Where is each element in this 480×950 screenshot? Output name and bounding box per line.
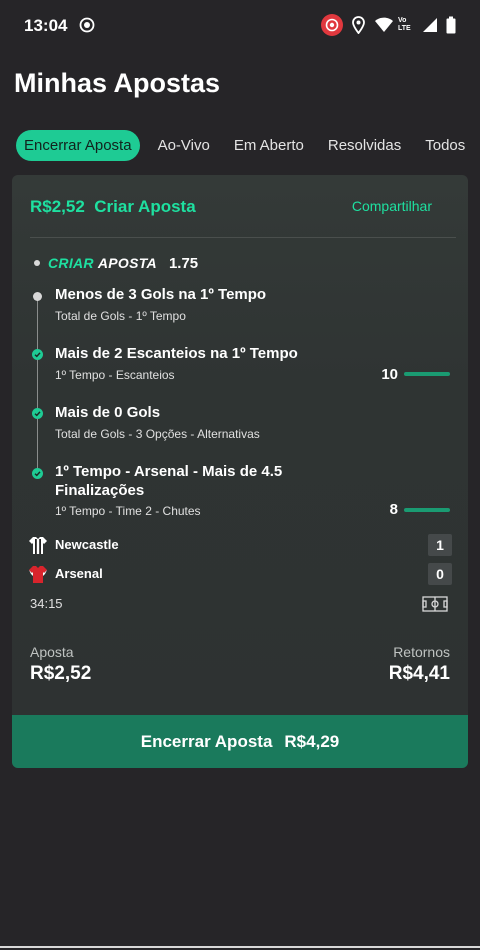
selection-subtitle: 1º Tempo - Time 2 - Chutes [55, 504, 201, 518]
tab-encerrar-aposta[interactable]: Encerrar Aposta [16, 130, 140, 161]
tab-todos[interactable]: Todos [425, 137, 465, 154]
corner-stat-bar [404, 372, 450, 376]
away-score: 0 [428, 563, 452, 585]
selection-timeline [37, 296, 38, 474]
status-bar: 13:04 Vo LTE [0, 0, 480, 52]
pitch-icon[interactable] [422, 596, 448, 612]
tab-resolvidas[interactable]: Resolvidas [328, 137, 401, 154]
cashout-label: Encerrar Aposta [140, 731, 273, 751]
team-row-home: Newcastle 1 [28, 534, 452, 556]
screen-record-icon [79, 17, 95, 33]
bet-card-header: R$2,52 Criar Aposta Compartilhar [30, 197, 450, 221]
check-circle-icon [32, 349, 43, 360]
selection-title: Mais de 0 Gols [55, 404, 161, 421]
share-button[interactable]: Compartilhar [352, 198, 432, 214]
match-clock: 34:15 [30, 596, 63, 611]
corner-stat-value: 10 [381, 366, 398, 383]
tab-em-aberto[interactable]: Em Aberto [234, 137, 304, 154]
status-time: 13:04 [24, 16, 68, 35]
page-title: Minhas Apostas [14, 68, 221, 98]
selection-title: Menos de 3 Gols na 1º Tempo [55, 286, 267, 303]
location-icon [352, 16, 365, 34]
returns-value: R$4,41 [388, 663, 450, 684]
home-score: 1 [428, 534, 452, 556]
bet-odd: 1.75 [168, 254, 199, 272]
selection-title-line1: 1º Tempo - Arsenal - Mais de 4.5 [55, 463, 283, 480]
bet-builder-logo-aposta: APOSTA [97, 255, 157, 271]
divider [30, 237, 456, 238]
selection-subtitle: Total de Gols - 1º Tempo [55, 309, 186, 323]
selection-title: Mais de 2 Escanteios na 1º Tempo [55, 345, 298, 362]
bet-builder-header: CRIAR APOSTA 1.75 [34, 253, 198, 273]
selection-title-line2: Finalizações [55, 482, 145, 499]
home-indicator [0, 946, 480, 948]
bet-builder-logo-criar: CRIAR [48, 255, 94, 271]
home-team-name: Newcastle [55, 537, 119, 552]
newcastle-kit-icon [29, 537, 47, 554]
recording-indicator-icon [321, 14, 343, 36]
check-circle-icon [32, 408, 43, 419]
shots-stat-bar [404, 508, 450, 512]
stake-label: Aposta [30, 644, 74, 660]
cashout-button[interactable]: Encerrar Aposta R$4,29 [12, 715, 468, 768]
arsenal-kit-icon [29, 566, 47, 583]
tab-ao-vivo[interactable]: Ao-Vivo [158, 137, 210, 154]
pending-dot-icon [33, 292, 42, 301]
battery-icon [446, 16, 456, 34]
shots-stat-value: 8 [389, 501, 398, 518]
bet-amount-title: R$2,52 Criar Aposta [30, 197, 196, 216]
bet-card: R$2,52 Criar Aposta Compartilhar CRIAR A… [12, 175, 468, 768]
selection-subtitle: 1º Tempo - Escanteios [55, 368, 175, 382]
cashout-value: R$4,29 [284, 731, 340, 751]
selection-subtitle: Total de Gols - 3 Opções - Alternativas [55, 427, 260, 441]
stake-value: R$2,52 [30, 663, 92, 684]
wifi-icon [375, 17, 393, 32]
away-team-name: Arsenal [55, 566, 103, 581]
check-circle-icon [32, 468, 43, 479]
volte-icon: Vo LTE [398, 17, 411, 32]
team-row-away: Arsenal 0 [28, 563, 452, 585]
bet-filter-tabs: Encerrar Aposta Ao-Vivo Em Aberto Resolv… [16, 130, 480, 161]
signal-icon [423, 18, 437, 32]
bullet-icon [34, 260, 40, 266]
returns-label: Retornos [393, 644, 450, 660]
